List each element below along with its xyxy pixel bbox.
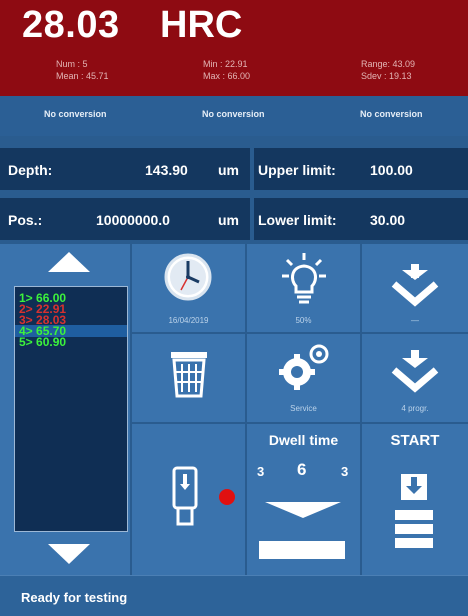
upper-limit-value: 100.00: [370, 162, 413, 178]
lower-limit-label: Lower limit:: [258, 212, 337, 228]
stat-max: Max : 66.00: [203, 71, 251, 81]
usb-tile[interactable]: [132, 424, 245, 575]
gears-icon: [279, 344, 329, 390]
dwell-right-value: 3: [341, 464, 349, 479]
clock-tile[interactable]: 16/04/2019: [132, 244, 245, 332]
light-level: 50%: [295, 316, 312, 325]
dwell-center-value: 6: [297, 460, 307, 479]
settings-caption: Service: [290, 404, 317, 413]
stat-min: Min : 22.91: [203, 59, 248, 69]
result-item[interactable]: 5> 60.90: [19, 335, 66, 349]
status-text: Ready for testing: [21, 590, 128, 605]
upper-limit-label: Upper limit:: [258, 162, 336, 178]
position-label: Pos.:: [8, 212, 43, 228]
control-grid: 1> 66.00 2> 22.91 3> 28.03 4> 65.70 5> 60.90…: [0, 244, 468, 575]
dwell-down-icon[interactable]: [263, 500, 343, 520]
lower-limit-value: 30.00: [370, 212, 406, 228]
program-caption: 4 progr.: [401, 404, 429, 413]
clock-icon: [164, 253, 212, 301]
results-list[interactable]: 1> 66.00 2> 22.91 3> 28.03 4> 65.70 5> 60.90: [14, 286, 128, 532]
start-arrow-icon: [401, 474, 427, 500]
program-download-icon: [391, 350, 439, 393]
depth-unit: um: [218, 162, 239, 178]
program-tile[interactable]: 4 progr.: [362, 334, 468, 422]
download-icon: [391, 264, 439, 307]
stat-range: Range: 43.09: [361, 59, 416, 69]
conversion-2[interactable]: No conversion: [202, 109, 265, 119]
hardness-unit: HRC: [160, 4, 243, 46]
start-tile[interactable]: START: [362, 424, 468, 575]
stat-sdev: Sdev : 19.13: [361, 71, 412, 81]
scroll-down-icon[interactable]: [46, 542, 92, 566]
depth-value: 143.90: [145, 162, 188, 178]
lightbulb-icon: [282, 253, 326, 304]
light-tile[interactable]: 50%: [247, 244, 360, 332]
scroll-up-icon[interactable]: [46, 250, 92, 274]
start-label: START: [390, 432, 440, 449]
depth-cell: Depth: 143.90 um: [0, 148, 250, 190]
conversion-3[interactable]: No conversion: [360, 109, 423, 119]
usb-status-indicator: [219, 489, 235, 505]
download-tile[interactable]: —: [362, 244, 468, 332]
position-unit: um: [218, 212, 239, 228]
depth-label: Depth:: [8, 162, 53, 178]
position-cell: Pos.: 10000000.0 um: [0, 198, 250, 240]
results-column: 1> 66.00 2> 22.91 3> 28.03 4> 65.70 5> 60.90: [0, 244, 130, 575]
lower-limit-cell[interactable]: Lower limit: 30.00: [254, 198, 468, 240]
dwell-time-label: Dwell time: [268, 432, 339, 448]
conversion-1[interactable]: No conversion: [44, 109, 107, 119]
sample-stack-icon: [395, 510, 433, 548]
position-value: 10000000.0: [96, 212, 170, 228]
settings-tile[interactable]: Service: [247, 334, 360, 422]
download-caption: —: [411, 316, 419, 325]
dwell-progress-bar: [259, 541, 345, 559]
delete-tile[interactable]: [132, 334, 245, 422]
trash-icon: [171, 352, 207, 398]
info-panel: Depth: 143.90 um Upper limit: 100.00 Pos…: [0, 136, 468, 244]
stat-mean: Mean : 45.71: [56, 71, 109, 81]
upper-limit-cell[interactable]: Upper limit: 100.00: [254, 148, 468, 190]
measurement-header: 28.03 HRC Num : 5 Mean : 45.71 Min : 22.…: [0, 0, 468, 96]
stat-num: Num : 5: [56, 59, 88, 69]
usb-drive-icon: [172, 466, 198, 526]
hardness-value: 28.03: [22, 4, 120, 46]
conversion-bar: No conversion No conversion No conversio…: [0, 96, 468, 136]
status-bar: Ready for testing: [0, 575, 468, 616]
dwell-left-value: 3: [257, 464, 265, 479]
dwell-tile[interactable]: Dwell time 3 6 3: [247, 424, 360, 575]
clock-date: 16/04/2019: [168, 316, 209, 325]
